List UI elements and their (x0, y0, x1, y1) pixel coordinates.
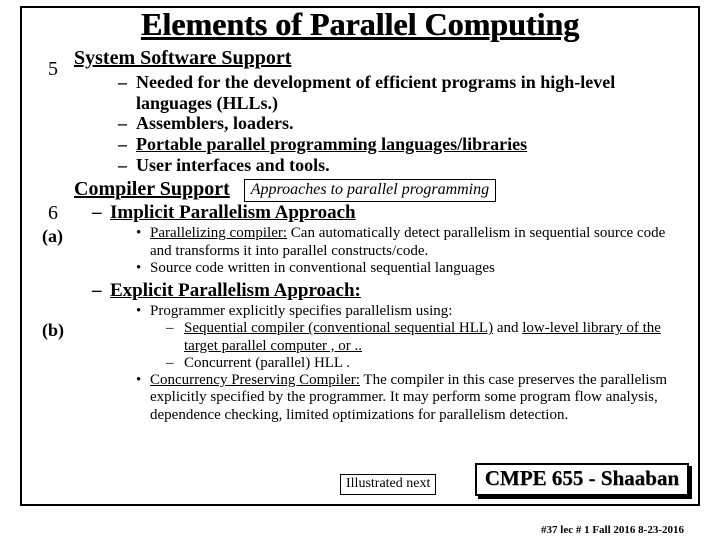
section-5: System Software Support –Needed for the … (74, 47, 686, 175)
bullet-text: Concurrency Preserving Compiler: (150, 372, 360, 388)
bullet-text: Parallelizing compiler: (150, 225, 287, 241)
slide-title: Elements of Parallel Computing (34, 6, 686, 43)
section-6-heading: Compiler Support (74, 178, 230, 201)
implicit-bullets: •Parallelizing compiler: Can automatical… (136, 225, 686, 277)
illustrated-next-box: Illustrated next (340, 474, 436, 495)
section-5-bullets: –Needed for the development of efficient… (118, 72, 686, 175)
bullet-text: Source code written in conventional sequ… (150, 260, 686, 277)
implicit-title: Implicit Parallelism Approach (110, 202, 356, 223)
explicit-bullets: •Programmer explicitly specifies paralle… (136, 303, 686, 424)
bullet-text: Concurrent (parallel) HLL . (184, 355, 686, 372)
label-a: (a) (42, 226, 63, 247)
section-5-heading: System Software Support (74, 47, 686, 70)
bullet-text: Assemblers, loaders. (136, 113, 686, 134)
bullet-text: Needed for the development of efficient … (136, 72, 686, 113)
section-6: Compiler Support Approaches to parallel … (74, 178, 686, 202)
section-number-5: 5 (48, 58, 58, 81)
footer-text: #37 lec # 1 Fall 2016 8-23-2016 (20, 524, 700, 536)
bullet-text: Programmer explicitly specifies parallel… (150, 303, 686, 320)
slide-frame: Elements of Parallel Computing 5 6 (a) (… (20, 6, 700, 506)
label-b: (b) (42, 320, 64, 341)
bullet-text: Portable parallel programming languages/… (136, 134, 686, 155)
bullet-text: User interfaces and tools. (136, 155, 686, 176)
explicit-title: Explicit Parallelism Approach: (110, 280, 361, 301)
bullet-text: Sequential compiler (conventional sequen… (184, 320, 493, 336)
course-box: CMPE 655 - Shaaban (475, 463, 689, 496)
implicit-heading: –Implicit Parallelism Approach (92, 202, 686, 224)
section-number-6: 6 (48, 202, 58, 225)
explicit-heading: –Explicit Parallelism Approach: (92, 280, 686, 302)
approaches-box: Approaches to parallel programming (244, 179, 496, 202)
bullet-text: and (493, 320, 522, 336)
